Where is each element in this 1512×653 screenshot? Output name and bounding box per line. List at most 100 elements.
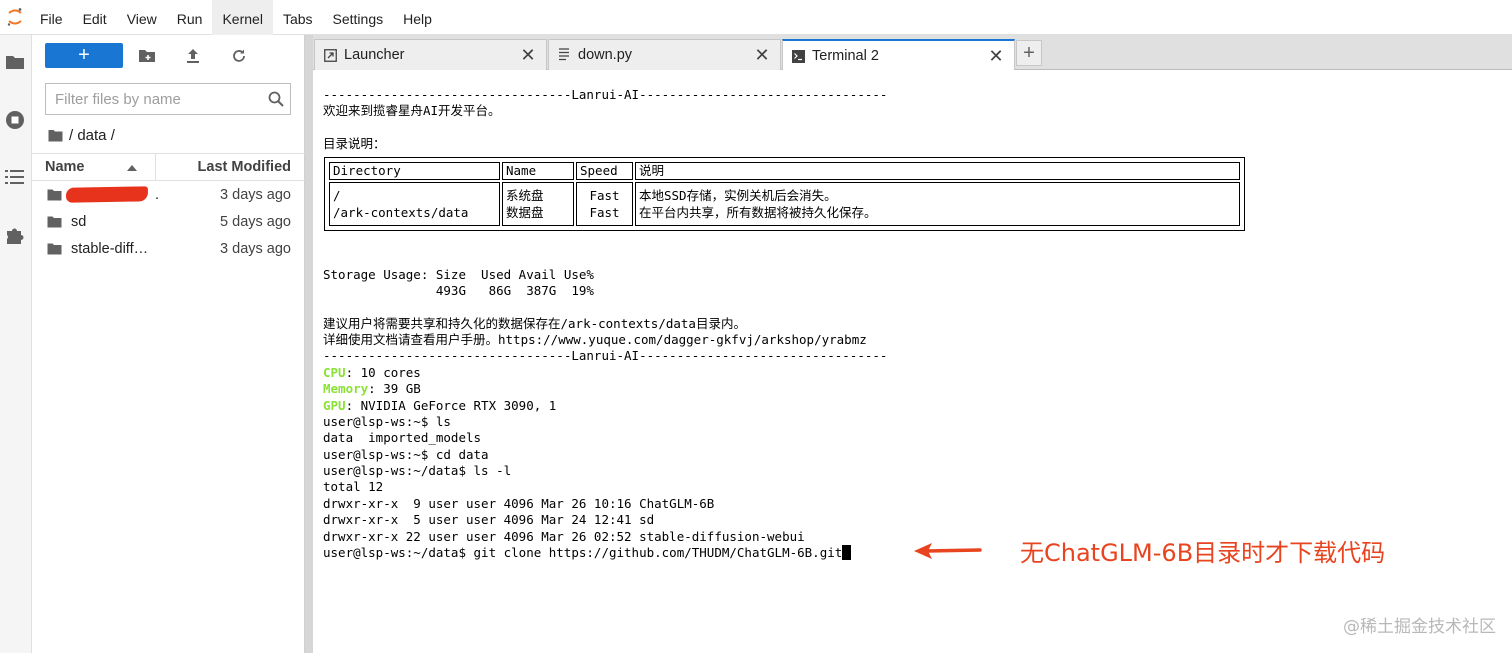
close-icon[interactable]: ✕ xyxy=(754,45,769,66)
launcher-icon xyxy=(324,48,338,62)
menubar: File Edit View Run Kernel Tabs Settings … xyxy=(0,0,1512,35)
directory-table: Directory Name Speed 说明 / /ark-contexts/… xyxy=(324,157,1245,232)
annotation-arrow-icon xyxy=(914,543,982,559)
terminal-current-command: user@lsp-ws:~/data$ git clone https://gi… xyxy=(323,545,852,561)
file-browser: + / data / Name Last Modified xyxy=(32,35,305,653)
close-icon[interactable]: ✕ xyxy=(988,46,1003,67)
memory-line: Memory: 39 GB xyxy=(323,381,421,397)
tab-label: Launcher xyxy=(344,47,405,63)
add-tab-button[interactable]: + xyxy=(1016,40,1042,66)
redaction-mark xyxy=(65,186,149,203)
activity-bar xyxy=(0,35,32,653)
close-icon[interactable]: ✕ xyxy=(520,45,535,66)
directory-table-row: / /ark-contexts/data 系统盘 数据盘 Fast Fast 本… xyxy=(329,182,1240,227)
table-header-speed: Speed xyxy=(576,162,633,181)
table-cell-names: 系统盘 数据盘 xyxy=(502,182,574,227)
gpu-line: GPU: NVIDIA GeForce RTX 3090, 1 xyxy=(323,398,556,414)
menu-help[interactable]: Help xyxy=(393,0,442,35)
terminal-command: user@lsp-ws:~/data$ ls -l xyxy=(323,463,512,478)
terminal-advice-1: 建议用户将需要共享和持久化的数据保存在/ark-contexts/data目录内… xyxy=(323,316,746,331)
folder-icon xyxy=(47,243,63,255)
table-header-directory: Directory xyxy=(329,162,500,181)
tab-label: down.py xyxy=(578,47,633,63)
column-header-modified[interactable]: Last Modified xyxy=(156,159,305,175)
memory-label: Memory xyxy=(323,381,369,396)
folder-icon[interactable] xyxy=(4,51,26,73)
file-modified: 3 days ago xyxy=(220,186,291,203)
watermark: @稀土掘金技术社区 xyxy=(1343,617,1496,637)
menu-run[interactable]: Run xyxy=(167,0,213,35)
column-header-name[interactable]: Name xyxy=(32,153,156,181)
folder-icon[interactable] xyxy=(48,129,63,142)
filter-files-input[interactable] xyxy=(46,85,262,113)
gpu-value: : NVIDIA GeForce RTX 3090, 1 xyxy=(345,398,557,413)
tab-bar: Launcher ✕ down.py ✕ Terminal 2 ✕ + xyxy=(313,35,1512,71)
file-list-item[interactable]: . 3 days ago xyxy=(32,181,305,208)
search-icon xyxy=(262,85,290,113)
file-list-header: Name Last Modified xyxy=(32,153,305,181)
terminal-cursor xyxy=(842,545,852,560)
terminal-icon xyxy=(792,49,806,63)
toc-icon[interactable] xyxy=(4,166,26,188)
terminal-output: data imported_models xyxy=(323,430,482,445)
directory-table-header-row: Directory Name Speed 说明 xyxy=(329,162,1240,181)
menu-view[interactable]: View xyxy=(117,0,167,35)
new-launcher-button[interactable]: + xyxy=(45,43,123,68)
terminal-output: total 12 xyxy=(323,479,384,494)
terminal-output: drwxr-xr-x 9 user user 4096 Mar 26 10:16… xyxy=(323,496,715,511)
menu-settings[interactable]: Settings xyxy=(323,0,394,35)
menu-tabs[interactable]: Tabs xyxy=(273,0,323,35)
sort-ascending-icon xyxy=(127,164,137,171)
new-folder-icon[interactable] xyxy=(137,46,157,66)
terminal-welcome: 欢迎来到揽睿星舟AI开发平台。 xyxy=(323,103,501,118)
menu-file[interactable]: File xyxy=(30,0,73,35)
file-modified: 3 days ago xyxy=(220,240,291,257)
folder-icon xyxy=(47,189,63,201)
terminal-footer-line: ---------------------------------Lanrui-… xyxy=(323,348,888,363)
breadcrumb-path[interactable]: / data / xyxy=(69,127,115,144)
gpu-label: GPU xyxy=(323,398,346,413)
upload-icon[interactable] xyxy=(183,46,203,66)
panel-splitter[interactable] xyxy=(305,35,313,653)
cpu-line: CPU: 10 cores xyxy=(323,365,421,381)
memory-value: : 39 GB xyxy=(368,381,421,396)
breadcrumb: / data / xyxy=(48,125,115,145)
file-list-item[interactable]: sd 5 days ago xyxy=(32,208,305,235)
refresh-icon[interactable] xyxy=(229,46,249,66)
file-name: sd xyxy=(71,213,87,230)
folder-icon xyxy=(47,216,63,228)
menu-kernel[interactable]: Kernel xyxy=(212,0,273,35)
tab-terminal-2[interactable]: Terminal 2 ✕ xyxy=(782,39,1015,71)
file-list-item[interactable]: stable-diff… 3 days ago xyxy=(32,235,305,262)
storage-values: 493G 86G 387G 19% xyxy=(323,283,594,298)
table-cell-descriptions: 本地SSD存储，实例关机后会消失。 在平台内共享，所有数据将被持久化保存。 xyxy=(635,182,1240,227)
cpu-value: : 10 cores xyxy=(345,365,421,380)
terminal-command-text: user@lsp-ws:~/data$ git clone https://gi… xyxy=(323,545,843,560)
table-header-description: 说明 xyxy=(635,162,1240,181)
table-header-name: Name xyxy=(502,162,574,181)
tab-down-py[interactable]: down.py ✕ xyxy=(548,39,781,70)
jupyter-logo-icon xyxy=(0,0,30,35)
file-browser-toolbar: + xyxy=(32,35,305,77)
file-modified: 5 days ago xyxy=(220,213,291,230)
storage-header: Storage Usage: Size Used Avail Use% xyxy=(323,267,594,282)
terminal-command: user@lsp-ws:~$ ls xyxy=(323,414,451,429)
terminal-output: drwxr-xr-x 5 user user 4096 Mar 24 12:41… xyxy=(323,512,655,527)
terminal-command: user@lsp-ws:~$ cd data xyxy=(323,447,489,462)
running-icon[interactable] xyxy=(4,109,26,131)
file-icon xyxy=(558,48,572,62)
cpu-label: CPU xyxy=(323,365,346,380)
terminal-dir-title: 目录说明： xyxy=(323,136,386,151)
tab-launcher[interactable]: Launcher ✕ xyxy=(314,39,547,70)
terminal-output: drwxr-xr-x 22 user user 4096 Mar 26 02:5… xyxy=(323,529,805,544)
table-cell-directories: / /ark-contexts/data xyxy=(329,182,500,227)
annotation-text: 无ChatGLM-6B目录时才下载代码 xyxy=(1020,539,1386,567)
file-name: stable-diff… xyxy=(71,240,149,257)
menu-edit[interactable]: Edit xyxy=(73,0,117,35)
extension-icon[interactable] xyxy=(4,224,26,246)
tab-label: Terminal 2 xyxy=(812,48,879,64)
terminal-header-line: ---------------------------------Lanrui-… xyxy=(323,87,888,102)
column-header-name-label: Name xyxy=(45,159,85,175)
terminal-advice-2: 详细使用文档请查看用户手册。https://www.yuque.com/dagg… xyxy=(323,332,867,347)
filter-files-field xyxy=(45,83,291,115)
